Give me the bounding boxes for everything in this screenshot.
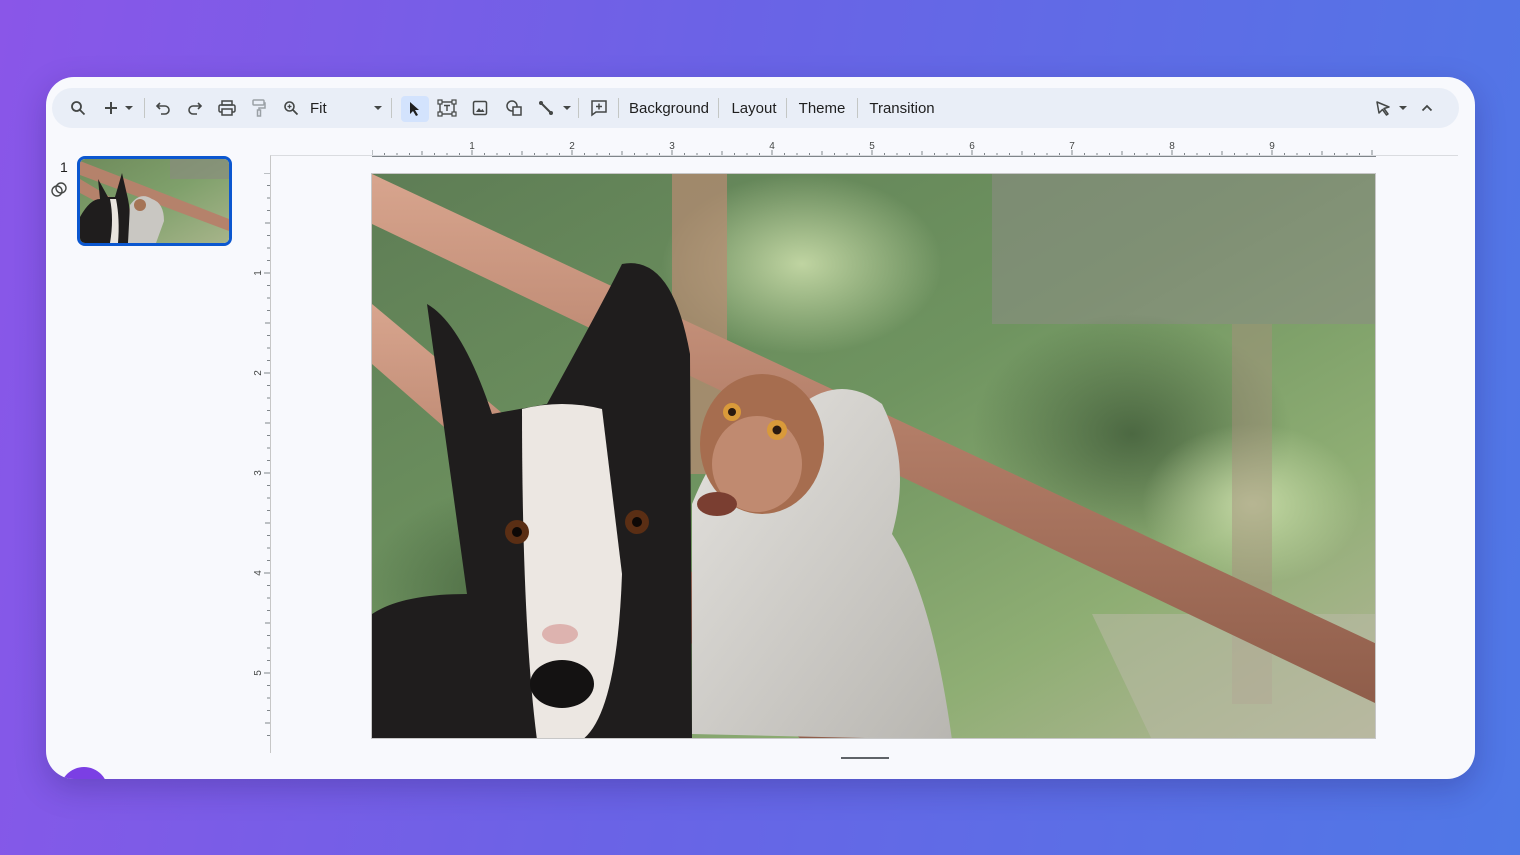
zoom-icon[interactable] — [280, 88, 302, 128]
ruler-label-3: 3 — [669, 141, 675, 152]
pen-icon[interactable] — [1372, 88, 1394, 128]
slide-number: 1 — [60, 159, 68, 175]
assistant-fab-button[interactable] — [60, 767, 108, 779]
shape-icon[interactable] — [502, 88, 526, 128]
toolbar: Fit Background Layout Theme Transition — [52, 88, 1459, 128]
slide-thumbnail[interactable] — [77, 156, 232, 246]
line-dropdown-chevron-down-icon[interactable] — [560, 88, 574, 128]
vruler-label-2: 2 — [254, 370, 264, 376]
text-box-icon[interactable] — [434, 88, 460, 128]
ruler-label-2: 2 — [569, 141, 575, 152]
transition-button[interactable]: Transition — [865, 88, 939, 128]
vruler-label-4: 4 — [254, 570, 264, 576]
select-icon[interactable] — [401, 96, 429, 122]
zoom-select[interactable]: Fit — [306, 88, 386, 128]
ruler-label-5: 5 — [869, 141, 875, 152]
ruler-label-7: 7 — [1069, 141, 1075, 152]
print-icon[interactable] — [216, 88, 238, 128]
layout-label: Layout — [731, 99, 777, 117]
layout-button[interactable]: Layout — [726, 88, 782, 128]
background-label: Background — [628, 99, 710, 117]
slides-editor-window: Fit Background Layout Theme Transition 1… — [46, 77, 1475, 779]
background-button[interactable]: Background — [626, 88, 712, 128]
search-icon[interactable] — [66, 88, 90, 128]
vruler-label-3: 3 — [254, 470, 264, 476]
image-icon[interactable] — [468, 88, 492, 128]
redo-icon[interactable] — [185, 88, 205, 128]
collapse-icon[interactable] — [1416, 88, 1438, 128]
theme-label: Theme — [798, 99, 846, 117]
ruler-label-1: 1 — [469, 141, 475, 152]
transition-label: Transition — [869, 99, 935, 117]
ruler-label-9: 9 — [1269, 141, 1275, 152]
ruler-label-6: 6 — [969, 141, 975, 152]
add-icon[interactable] — [102, 88, 120, 128]
vruler-label-5: 5 — [254, 670, 264, 676]
ruler-label-4: 4 — [769, 141, 775, 152]
paint-format-icon[interactable] — [249, 88, 269, 128]
comment-icon[interactable] — [586, 88, 612, 128]
slide-photo — [372, 174, 1375, 738]
slide-resize-handle[interactable] — [841, 757, 889, 759]
ruler-label-8: 8 — [1169, 141, 1175, 152]
chevron-down-icon — [374, 106, 382, 110]
vruler-label-1: 1 — [254, 270, 264, 276]
add-dropdown-chevron-down-icon[interactable] — [122, 88, 136, 128]
pen-dropdown-chevron-down-icon[interactable] — [1396, 88, 1410, 128]
theme-button[interactable]: Theme — [794, 88, 850, 128]
slide-thumbnail-image — [80, 159, 229, 243]
line-icon[interactable] — [534, 88, 558, 128]
slide-canvas[interactable] — [371, 173, 1376, 739]
link-icon — [50, 181, 68, 204]
undo-icon[interactable] — [153, 88, 173, 128]
zoom-value: Fit — [310, 99, 327, 117]
